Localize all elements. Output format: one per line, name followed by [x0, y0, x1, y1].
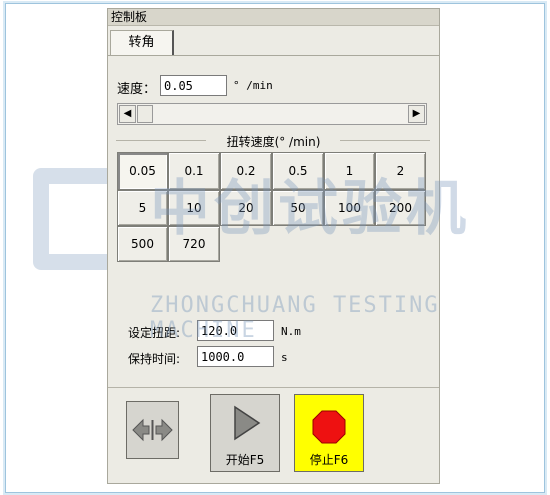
panel-title: 控制板 — [108, 9, 439, 26]
speed-input[interactable] — [160, 75, 227, 96]
group-title: 扭转速度(° /min) — [108, 133, 439, 150]
start-button[interactable]: 开始F5 — [210, 394, 280, 472]
start-button-label: 开始F5 — [225, 453, 265, 467]
watermark-logo — [33, 168, 107, 270]
stop-button[interactable]: 停止F6 — [294, 394, 364, 472]
hold-time-unit: s — [281, 351, 288, 364]
speed-label: 速度： — [117, 82, 157, 97]
hold-time-label: 保持时间: — [128, 352, 181, 366]
controls-divider — [108, 387, 439, 388]
tab-rotation-angle[interactable]: 转角 — [110, 30, 174, 56]
stop-sign-icon — [312, 410, 346, 444]
speed-unit: ° /min — [233, 79, 273, 92]
watermark-main-text: 中创试验机 — [150, 174, 470, 244]
stop-button-label: 停止F6 — [309, 453, 349, 467]
watermark-sub-text: ZHONGCHUANG TESTING MACHINE — [150, 293, 440, 343]
hold-time-input[interactable] — [197, 346, 274, 367]
direction-toggle-button[interactable] — [126, 401, 179, 459]
left-right-arrows-icon — [132, 418, 173, 442]
scroll-left-arrow-icon[interactable]: ◀ — [119, 105, 136, 123]
speed-slider-thumb[interactable] — [137, 105, 153, 123]
speed-slider[interactable]: ◀ ▶ — [117, 103, 427, 125]
scroll-right-arrow-icon[interactable]: ▶ — [408, 105, 425, 123]
tab-divider — [108, 55, 439, 56]
group-title-text: 扭转速度(° /min) — [222, 135, 325, 149]
play-icon — [234, 405, 261, 441]
